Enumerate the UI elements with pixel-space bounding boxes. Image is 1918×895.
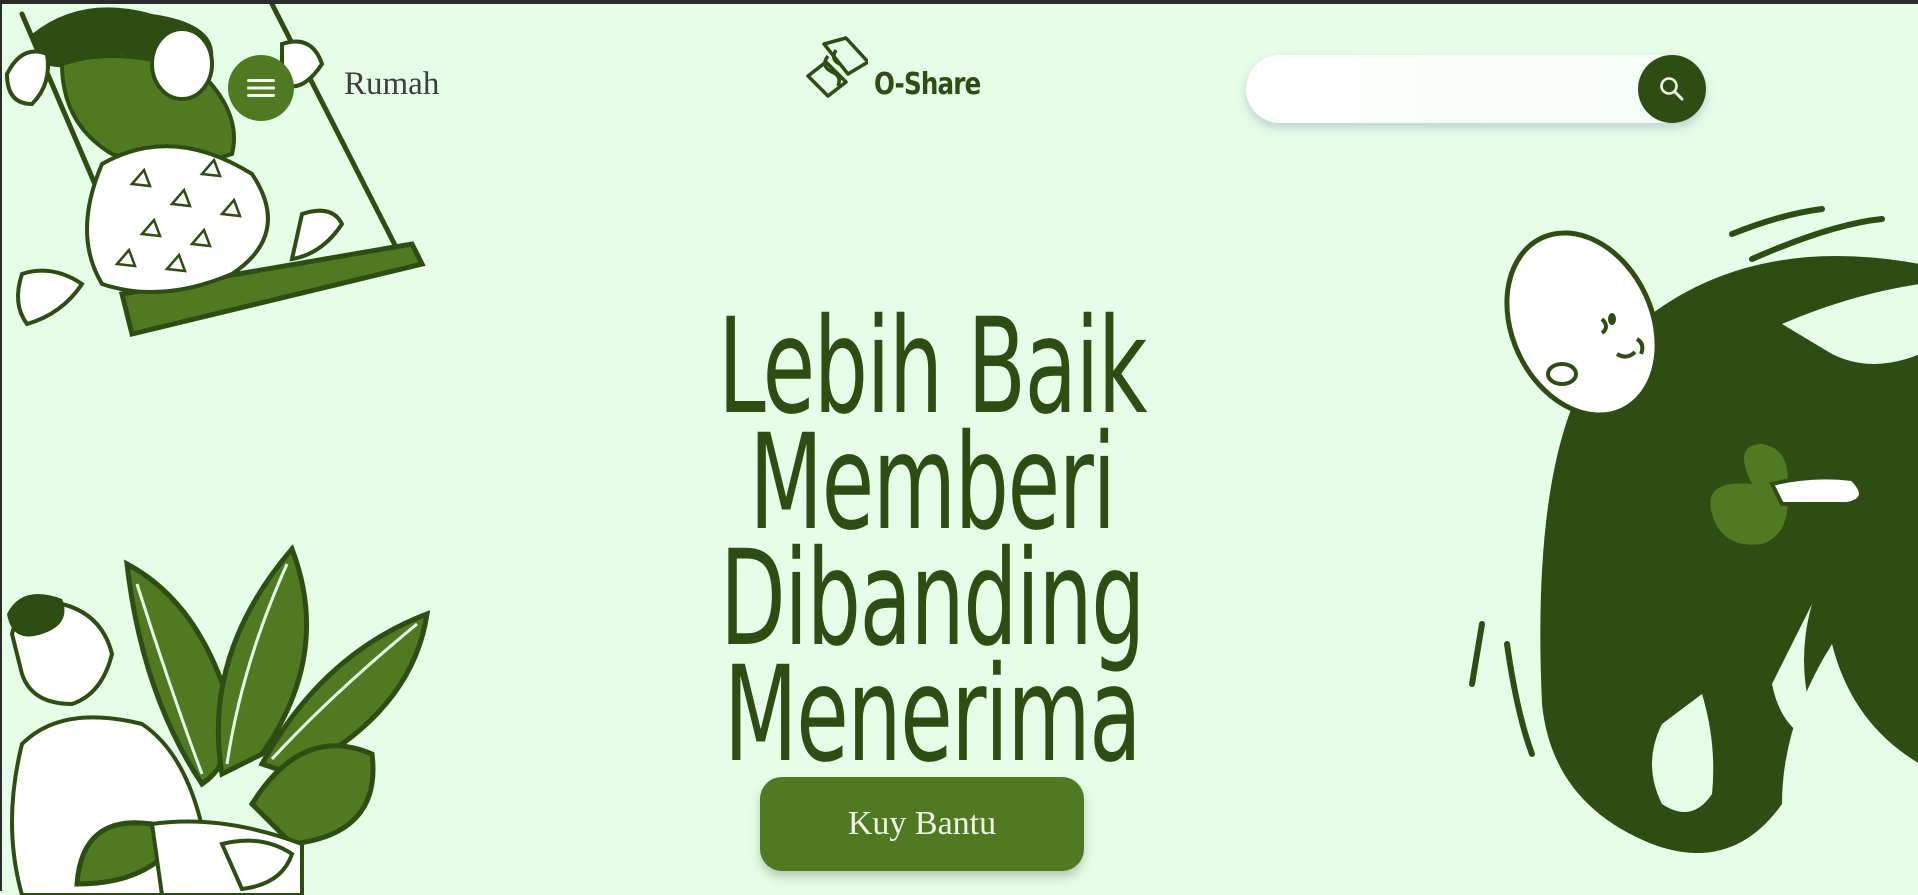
hero-line-3: Menerima [723, 638, 1142, 792]
handshake-logo-icon [806, 36, 868, 98]
search-icon [1660, 77, 1684, 101]
woman-with-plant-illustration [7, 544, 431, 895]
brand-name: O-Share [874, 67, 981, 102]
kuy-bantu-button[interactable]: Kuy Bantu [760, 777, 1084, 871]
nav-home-link[interactable]: Rumah [344, 66, 439, 103]
search-button[interactable] [1638, 55, 1706, 123]
girl-on-swing-illustration [4, 4, 426, 338]
search-input[interactable] [1274, 55, 1648, 125]
hero-line-2: Memberi Dibanding [719, 406, 1146, 676]
hamburger-icon [247, 79, 275, 97]
hero-heading: Lebih Baik Memberi Dibanding Menerima [432, 301, 1432, 792]
man-hugging-heart-illustration [1469, 206, 1918, 853]
search-bar [1246, 55, 1706, 125]
brand-logo[interactable]: O-Share [802, 36, 1004, 104]
menu-button[interactable] [228, 55, 294, 121]
